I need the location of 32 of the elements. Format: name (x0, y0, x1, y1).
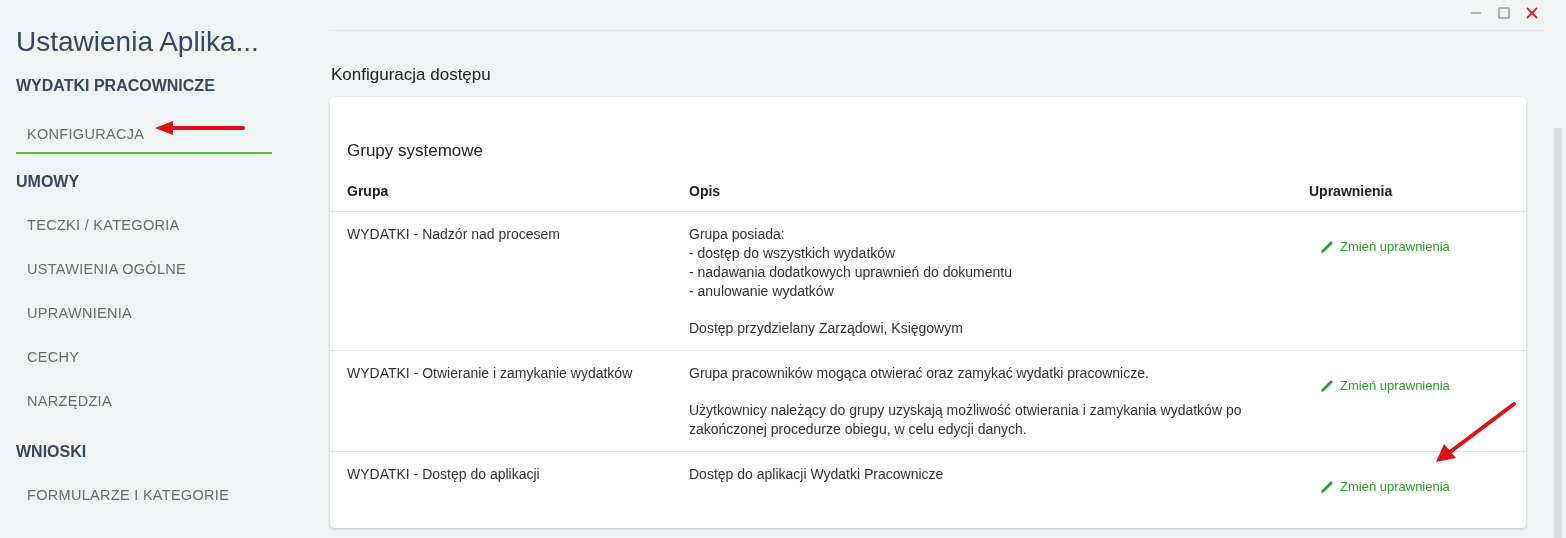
section-heading: Konfiguracja dostępu (331, 65, 492, 85)
edit-permissions-link[interactable]: Zmień uprawnienia (1319, 376, 1450, 395)
sidebar-section: WNIOSKI (16, 430, 300, 474)
sidebar-item[interactable]: NARZĘDZIA (16, 380, 272, 424)
pencil-icon (1319, 478, 1335, 495)
sidebar-section: WYDATKI PRACOWNICZE (16, 64, 300, 108)
sidebar-item[interactable]: UPRAWNIENIA (16, 292, 272, 336)
edit-permissions-link[interactable]: Zmień uprawnienia (1319, 237, 1450, 256)
sidebar-item[interactable]: USTAWIENIA OGÓLNE (16, 248, 272, 292)
maximize-icon (1498, 7, 1510, 19)
app-title: Ustawienia Aplika... (16, 26, 260, 58)
group-name: WYDATKI - Dostęp do aplikacji (347, 466, 540, 482)
sidebar-item[interactable]: TECZKI / KATEGORIA (16, 204, 272, 248)
description-text: Użytkownicy należący do grupy uzyskają możliwość otwierania i zamykania wydatków po zakończonej procedurze obiegu, w celu edycji danych. (689, 401, 1243, 439)
sidebar-item[interactable]: FORMULARZE I KATEGORIE (16, 474, 272, 518)
card-title: Grupy systemowe (346, 141, 485, 161)
close-icon (1526, 7, 1538, 19)
description-text: Dostęp przydzielany Zarządowi, Księgowym (689, 319, 964, 338)
column-header: Uprawnienia (1292, 183, 1526, 212)
pencil-icon (1319, 238, 1335, 255)
description-text: Grupa pracowników mogąca otwierać oraz zamykać wydatki pracownicze. (689, 364, 1150, 383)
description-text: Grupa posiada: - dostęp do wszystkich wydatków - nadawania dodatkowych uprawnień do dokumentu - anulowanie wydatków (689, 225, 1013, 301)
group-name: WYDATKI - Nadzór nad procesem (347, 226, 560, 242)
description-text: Dostęp do aplikacji Wydatki Pracownicze (689, 465, 945, 484)
edit-permissions-link[interactable]: Zmień uprawnienia (1319, 477, 1450, 496)
column-header: Grupa (330, 183, 672, 212)
scrollbar[interactable] (1554, 128, 1562, 538)
sidebar-section: UMOWY (16, 160, 300, 204)
column-header: Opis (672, 183, 1292, 212)
sidebar-item[interactable]: CECHY (16, 336, 272, 380)
pencil-icon (1319, 377, 1335, 394)
group-name: WYDATKI - Otwieranie i zamykanie wydatków (347, 365, 633, 381)
